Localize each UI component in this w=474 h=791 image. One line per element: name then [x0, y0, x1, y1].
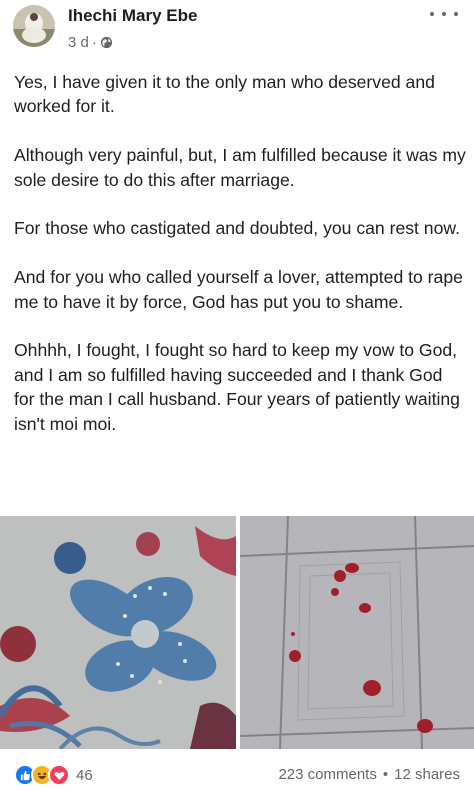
- photo-grid: [0, 516, 474, 749]
- post-footer: 46 223 comments • 12 shares: [0, 758, 474, 791]
- post-body: Yes, I have given it to the only man who…: [14, 70, 466, 460]
- meta-separator: ·: [91, 34, 97, 51]
- post-paragraph: And for you who called yourself a lover,…: [14, 267, 463, 312]
- post-paragraph: Although very painful, but, I am fulfill…: [14, 145, 466, 190]
- post-paragraph: Yes, I have given it to the only man who…: [14, 72, 435, 117]
- floral-bedsheet-photo[interactable]: [0, 516, 236, 749]
- shares-count[interactable]: 12 shares: [394, 766, 460, 783]
- more-horizontal-icon[interactable]: [430, 5, 458, 23]
- post-paragraph: For those who castigated and doubted, yo…: [14, 218, 460, 239]
- post-paragraph: Ohhhh, I fought, I fought so hard to kee…: [14, 340, 460, 434]
- author-name[interactable]: Ihechi Mary Ebe: [68, 6, 197, 26]
- globe-icon[interactable]: [100, 36, 113, 49]
- love-icon: [48, 764, 70, 786]
- stats-separator: •: [382, 766, 389, 783]
- post-meta: 3 d ·: [68, 34, 113, 51]
- engagement-stats: 223 comments • 12 shares: [278, 766, 460, 783]
- post-time[interactable]: 3 d: [68, 34, 89, 51]
- post-header: Ihechi Mary Ebe 3 d ·: [0, 0, 474, 60]
- comments-count[interactable]: 223 comments: [278, 766, 376, 783]
- avatar[interactable]: [13, 5, 55, 47]
- reaction-count: 46: [76, 766, 93, 784]
- reactions-summary[interactable]: 46: [14, 764, 93, 786]
- tiled-floor-blood-photo[interactable]: [240, 516, 474, 749]
